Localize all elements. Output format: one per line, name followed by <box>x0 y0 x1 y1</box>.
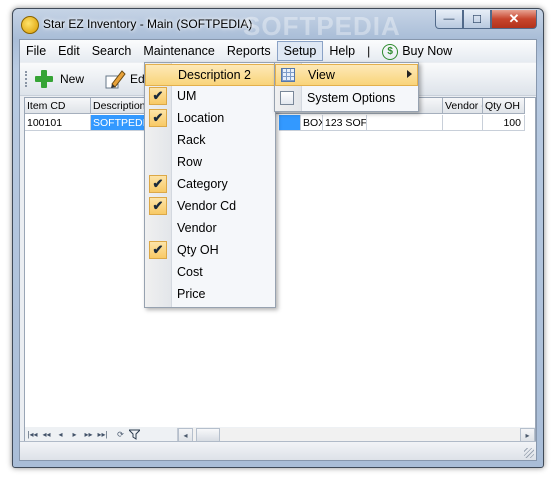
menu-setup[interactable]: Setup <box>276 41 324 61</box>
prev-page-button[interactable]: ◂◂ <box>41 429 52 441</box>
view-menu-item-label: Location <box>177 111 225 125</box>
view-menu-item-label: Row <box>177 155 203 169</box>
next-page-button[interactable]: ▸▸ <box>83 429 94 441</box>
cell-location[interactable]: 123 SOF <box>323 115 367 131</box>
view-menu-item-price[interactable]: Price <box>145 284 275 306</box>
first-record-button[interactable]: |◂◂ <box>27 429 38 441</box>
setup-menu-system-options[interactable]: System Options <box>275 88 418 110</box>
close-button[interactable]: ✕ <box>491 10 537 29</box>
pencil-icon <box>105 70 126 89</box>
view-menu-item-label: UM <box>177 89 197 103</box>
next-record-button[interactable]: ▸ <box>69 429 80 441</box>
resize-grip[interactable] <box>524 448 534 458</box>
app-icon <box>21 16 39 34</box>
plus-icon <box>34 69 54 89</box>
refresh-icon[interactable]: ⟳ <box>115 429 126 441</box>
submenu-arrow-icon <box>407 70 412 78</box>
view-menu-item-label: Category <box>177 177 228 191</box>
column-header-vendor[interactable]: Vendor ( <box>443 98 483 114</box>
menu-search[interactable]: Search <box>86 41 138 61</box>
checkmark-icon: ✔ <box>149 109 167 127</box>
prev-record-button[interactable]: ◂ <box>55 429 66 441</box>
maximize-button[interactable]: ☐ <box>463 10 491 29</box>
new-button[interactable]: New <box>34 68 84 90</box>
view-menu-item-vendor-cd[interactable]: ✔ Vendor Cd <box>145 196 275 218</box>
edit-label: Ed <box>130 72 145 86</box>
view-menu-item-label: Cost <box>177 265 203 279</box>
grid-icon <box>281 68 295 82</box>
checkmark-icon: ✔ <box>149 87 167 105</box>
view-menu-item-qty-oh[interactable]: ✔ Qty OH <box>145 240 275 262</box>
cell-um[interactable]: BOX <box>301 115 323 131</box>
view-menu-item-um[interactable]: ✔ UM <box>145 86 275 108</box>
menu-help[interactable]: Help <box>323 41 361 61</box>
checkmark-icon: ✔ <box>149 197 167 215</box>
view-menu-item-vendor[interactable]: Vendor <box>145 218 275 240</box>
menu-reports[interactable]: Reports <box>221 41 277 61</box>
menu-file[interactable]: File <box>20 41 52 61</box>
title-bar[interactable]: Star EZ Inventory - Main (SOFTPEDIA) SOF… <box>13 9 543 41</box>
setup-menu-view-label: View <box>308 68 335 82</box>
view-menu-item-label: Description 2 <box>178 68 251 82</box>
menu-maintenance[interactable]: Maintenance <box>137 41 221 61</box>
toolbar-grip[interactable] <box>25 71 29 87</box>
cell-empty[interactable] <box>367 115 443 131</box>
new-label: New <box>60 72 85 86</box>
window-title: Star EZ Inventory - Main (SOFTPEDIA) <box>43 17 253 31</box>
setup-menu: View System Options <box>274 62 419 112</box>
filter-icon[interactable] <box>127 429 142 441</box>
view-menu-item-label: Price <box>177 287 206 301</box>
view-menu-item-label: Rack <box>177 133 206 147</box>
inventory-grid[interactable]: Item CD Description Vendor ( Qty OH 1001… <box>24 97 536 429</box>
cell-vendor[interactable] <box>443 115 483 131</box>
page-icon <box>280 91 294 105</box>
view-menu-item-rack[interactable]: Rack <box>145 130 275 152</box>
column-header-description[interactable]: Description <box>91 98 147 114</box>
cell-description[interactable]: SOFTPEDIA <box>91 115 147 131</box>
menu-bar: File Edit Search Maintenance Reports Set… <box>20 40 536 62</box>
view-menu-item-location[interactable]: ✔ Location <box>145 108 275 130</box>
view-menu-item-row[interactable]: Row <box>145 152 275 174</box>
menu-buy-now[interactable]: $ Buy Now <box>376 41 458 61</box>
view-menu-item-label: Vendor Cd <box>177 199 237 213</box>
edit-button[interactable]: Ed <box>104 68 145 90</box>
checkmark-icon: ✔ <box>149 175 167 193</box>
watermark: SOFTPEDIA <box>243 11 401 41</box>
view-menu-item-label: Vendor <box>177 221 217 235</box>
column-header-qty-oh[interactable]: Qty OH <box>483 98 525 114</box>
view-menu-item-category[interactable]: ✔ Category <box>145 174 275 196</box>
cell-item-cd[interactable]: 100101 <box>25 115 91 131</box>
last-record-button[interactable]: ▸▸| <box>97 429 108 441</box>
view-menu-item-cost[interactable]: Cost <box>145 262 275 284</box>
cell-qty-oh[interactable]: 100 <box>483 115 525 131</box>
column-header-item-cd[interactable]: Item CD <box>25 98 91 114</box>
dollar-icon: $ <box>382 43 399 60</box>
view-menu-item-description-2[interactable]: Description 2 <box>145 64 275 86</box>
view-menu-item-label: Qty OH <box>177 243 219 257</box>
cell-selected-extension[interactable] <box>279 115 301 131</box>
checkmark-icon: ✔ <box>149 241 167 259</box>
buy-now-label: Buy Now <box>402 44 453 58</box>
menu-edit[interactable]: Edit <box>52 41 86 61</box>
menu-separator: | <box>367 44 371 58</box>
view-columns-menu: Description 2 ✔ UM ✔ Location Rack Row ✔ Categor… <box>144 62 276 308</box>
minimize-button[interactable]: — <box>435 10 463 29</box>
setup-menu-system-options-label: System Options <box>307 91 396 105</box>
setup-menu-view[interactable]: View <box>275 64 418 86</box>
status-bar <box>20 441 536 460</box>
